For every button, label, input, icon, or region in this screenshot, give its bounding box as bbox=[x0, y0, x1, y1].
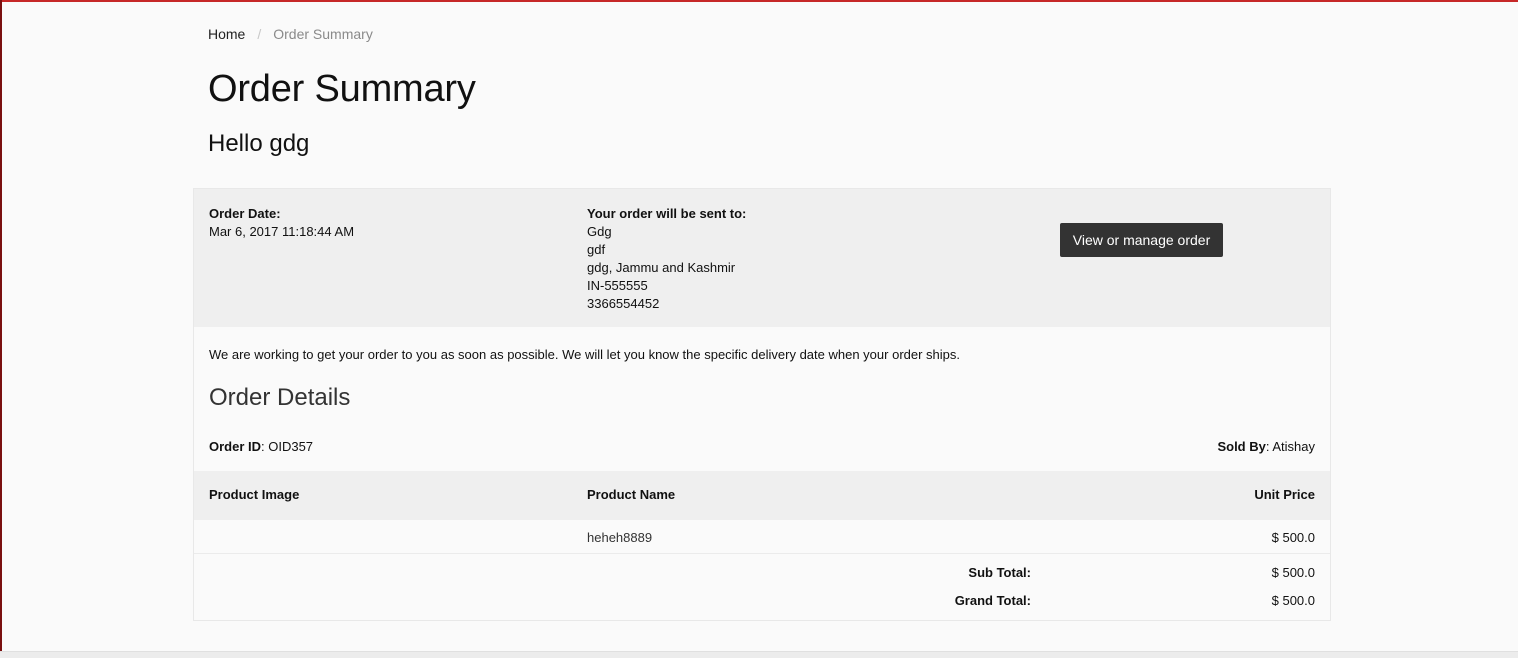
shipping-line-phone: 3366554452 bbox=[587, 296, 660, 311]
shipping-label: Your order will be sent to: bbox=[587, 206, 747, 221]
order-date-value: Mar 6, 2017 11:18:44 AM bbox=[209, 224, 355, 239]
unit-price-cell: $ 500.0 bbox=[1271, 530, 1315, 545]
shipping-address-block: Your order will be sent to: Gdg gdf gdg,… bbox=[587, 205, 746, 313]
breadcrumb: Home / Order Summary bbox=[208, 26, 373, 42]
sub-total-value: $ 500.0 bbox=[1271, 565, 1315, 580]
order-info-bar: Order Date: Mar 6, 2017 11:18:44 AM Your… bbox=[194, 189, 1330, 327]
shipping-line-street: gdf bbox=[587, 242, 606, 257]
grand-total-value: $ 500.0 bbox=[1271, 593, 1315, 608]
sold-by-value: : Atishay bbox=[1265, 439, 1315, 454]
delivery-message: We are working to get your order to you … bbox=[209, 347, 961, 362]
view-manage-order-button[interactable]: View or manage order bbox=[1060, 223, 1223, 257]
breadcrumb-separator: / bbox=[257, 26, 262, 42]
order-panel: Order Date: Mar 6, 2017 11:18:44 AM Your… bbox=[193, 188, 1331, 621]
order-date-block: Order Date: Mar 6, 2017 11:18:44 AM bbox=[209, 205, 354, 241]
grand-total-label: Grand Total: bbox=[954, 593, 1031, 608]
page-title: Order Summary bbox=[208, 68, 476, 110]
table-header-row: Product Image Product Name Unit Price bbox=[194, 471, 1330, 520]
breadcrumb-home-link[interactable]: Home bbox=[208, 26, 245, 42]
order-id-value: : OID357 bbox=[261, 439, 314, 454]
shipping-line-city: gdg, Jammu and Kashmir bbox=[587, 260, 736, 275]
product-name-cell: heheh8889 bbox=[587, 530, 653, 545]
sub-total-label: Sub Total: bbox=[968, 565, 1031, 580]
column-header-unit-price: Unit Price bbox=[1254, 487, 1315, 502]
order-date-label: Order Date: bbox=[209, 206, 281, 221]
table-row: heheh8889 $ 500.0 bbox=[194, 520, 1330, 554]
shipping-line-postcode: IN-555555 bbox=[587, 278, 648, 293]
breadcrumb-current: Order Summary bbox=[273, 26, 373, 42]
order-id: Order ID: OID357 bbox=[209, 439, 313, 454]
sold-by: Sold By: Atishay bbox=[1217, 439, 1315, 454]
window-left-border bbox=[0, 0, 2, 657]
window-top-border bbox=[0, 0, 1518, 2]
shipping-line-name: Gdg bbox=[587, 224, 612, 239]
order-details-title: Order Details bbox=[209, 384, 351, 411]
sold-by-label: Sold By bbox=[1217, 439, 1266, 454]
column-header-product-image: Product Image bbox=[209, 487, 300, 502]
column-header-product-name: Product Name bbox=[587, 487, 676, 502]
order-id-label: Order ID bbox=[209, 439, 262, 454]
greeting: Hello gdg bbox=[208, 130, 310, 157]
